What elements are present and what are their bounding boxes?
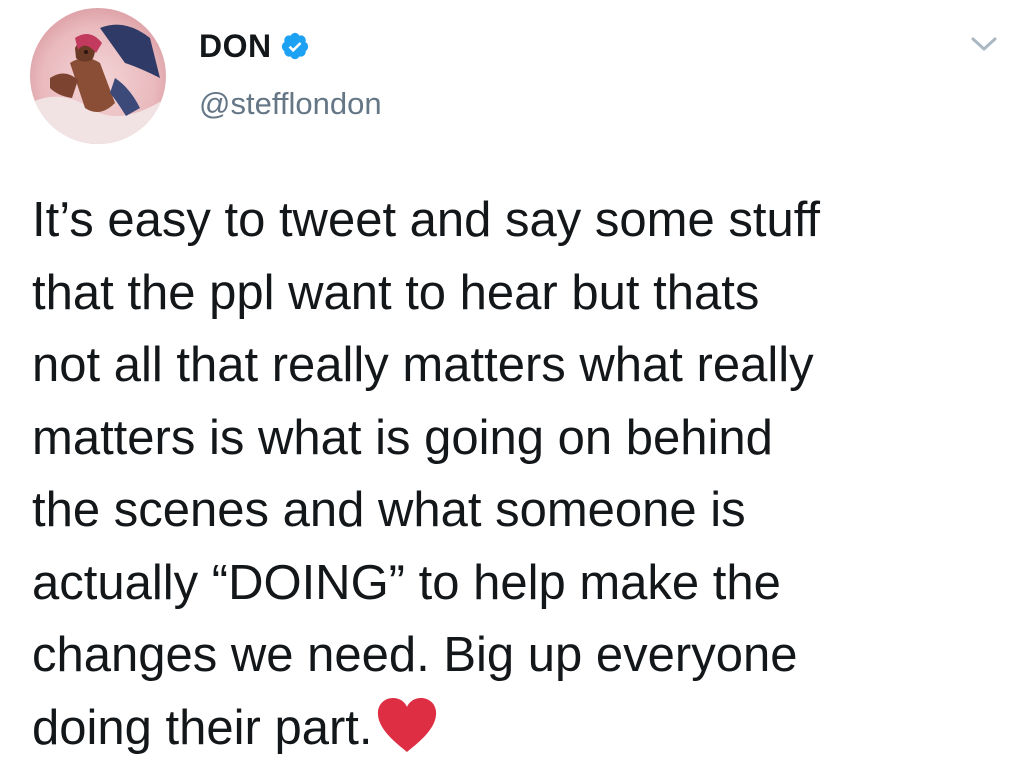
tweet-text: It’s easy to tweet and say some stuff th… [32, 184, 992, 764]
chevron-down-icon[interactable] [970, 34, 998, 54]
author-name-row: DON [199, 26, 310, 66]
tweet-line-last: doing their part. [32, 692, 992, 765]
avatar[interactable] [30, 8, 166, 144]
red-heart-icon [375, 696, 439, 754]
tweet-line: matters is what is going on behind [32, 410, 773, 465]
tweet-line: actually “DOING” to help make the [32, 555, 781, 610]
author-handle[interactable]: @stefflondon [199, 86, 382, 122]
tweet-line: that the ppl want to hear but thats [32, 265, 760, 320]
tweet-line: It’s easy to tweet and say some stuff [32, 193, 821, 247]
tweet-line: the scenes and what someone is [32, 483, 746, 537]
tweet-line: changes we need. Big up everyone [32, 628, 798, 682]
verified-badge-icon [280, 31, 310, 61]
tweet-card: DON @stefflondon It’s easy to tweet and … [0, 0, 1024, 765]
tweet-line-text: doing their part. [32, 700, 373, 755]
tweet-line: not all that really matters what really [32, 338, 814, 392]
display-name[interactable]: DON [199, 28, 272, 65]
